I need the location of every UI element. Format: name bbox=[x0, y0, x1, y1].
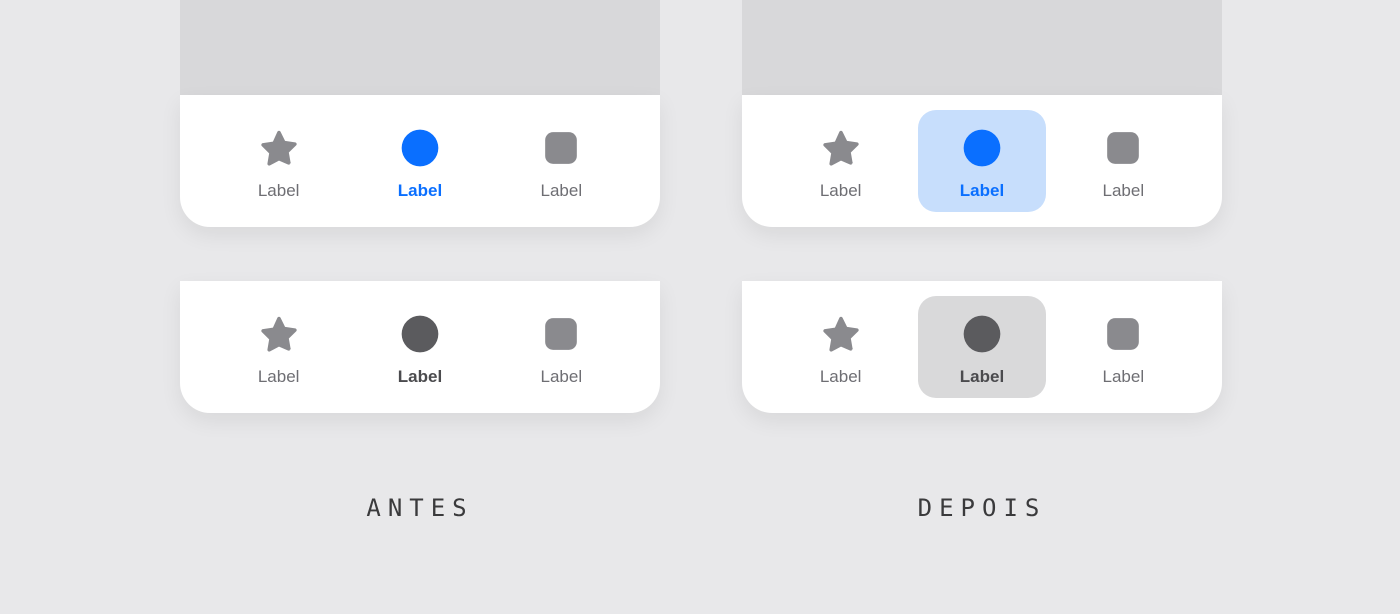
tab-square[interactable]: Label bbox=[1059, 296, 1187, 398]
tab-star[interactable]: Label bbox=[215, 110, 343, 212]
tab-label: Label bbox=[258, 182, 300, 199]
phone-content-placeholder bbox=[742, 0, 1222, 95]
tab-circle-active[interactable]: Label bbox=[356, 296, 484, 398]
square-icon bbox=[537, 124, 585, 172]
tab-label: Label bbox=[258, 368, 300, 385]
tab-label: Label bbox=[960, 182, 1004, 199]
tab-label: Label bbox=[960, 368, 1004, 385]
star-icon bbox=[255, 124, 303, 172]
tab-label: Label bbox=[820, 368, 862, 385]
square-icon bbox=[537, 310, 585, 358]
tabbar-before-color: Label Label Label bbox=[180, 95, 660, 227]
tab-circle-active-highlighted[interactable]: Label bbox=[918, 296, 1046, 398]
caption-before: ANTES bbox=[180, 494, 660, 522]
caption-after: DEPOIS bbox=[742, 494, 1222, 522]
comparison-diagram: Label Label Label Label bbox=[0, 0, 1400, 614]
circle-icon bbox=[958, 124, 1006, 172]
star-icon bbox=[255, 310, 303, 358]
tab-label: Label bbox=[398, 368, 442, 385]
tabbar-before-mono: Label Label Label bbox=[180, 281, 660, 413]
tab-label: Label bbox=[541, 182, 583, 199]
tab-label: Label bbox=[541, 368, 583, 385]
tab-circle-active[interactable]: Label bbox=[356, 110, 484, 212]
circle-icon bbox=[958, 310, 1006, 358]
tabbar-after-color: Label Label Label bbox=[742, 95, 1222, 227]
star-icon bbox=[817, 124, 865, 172]
tab-label: Label bbox=[398, 182, 442, 199]
circle-icon bbox=[396, 310, 444, 358]
tabbar-after-mono: Label Label Label bbox=[742, 281, 1222, 413]
phone-content-placeholder bbox=[180, 0, 660, 95]
tab-square[interactable]: Label bbox=[497, 110, 625, 212]
tab-label: Label bbox=[1103, 368, 1145, 385]
circle-icon bbox=[396, 124, 444, 172]
star-icon bbox=[817, 310, 865, 358]
tab-star[interactable]: Label bbox=[777, 110, 905, 212]
tab-label: Label bbox=[820, 182, 862, 199]
tab-label: Label bbox=[1103, 182, 1145, 199]
square-icon bbox=[1099, 124, 1147, 172]
tab-square[interactable]: Label bbox=[497, 296, 625, 398]
tab-square[interactable]: Label bbox=[1059, 110, 1187, 212]
tab-circle-active-highlighted[interactable]: Label bbox=[918, 110, 1046, 212]
square-icon bbox=[1099, 310, 1147, 358]
tab-star[interactable]: Label bbox=[777, 296, 905, 398]
tab-star[interactable]: Label bbox=[215, 296, 343, 398]
